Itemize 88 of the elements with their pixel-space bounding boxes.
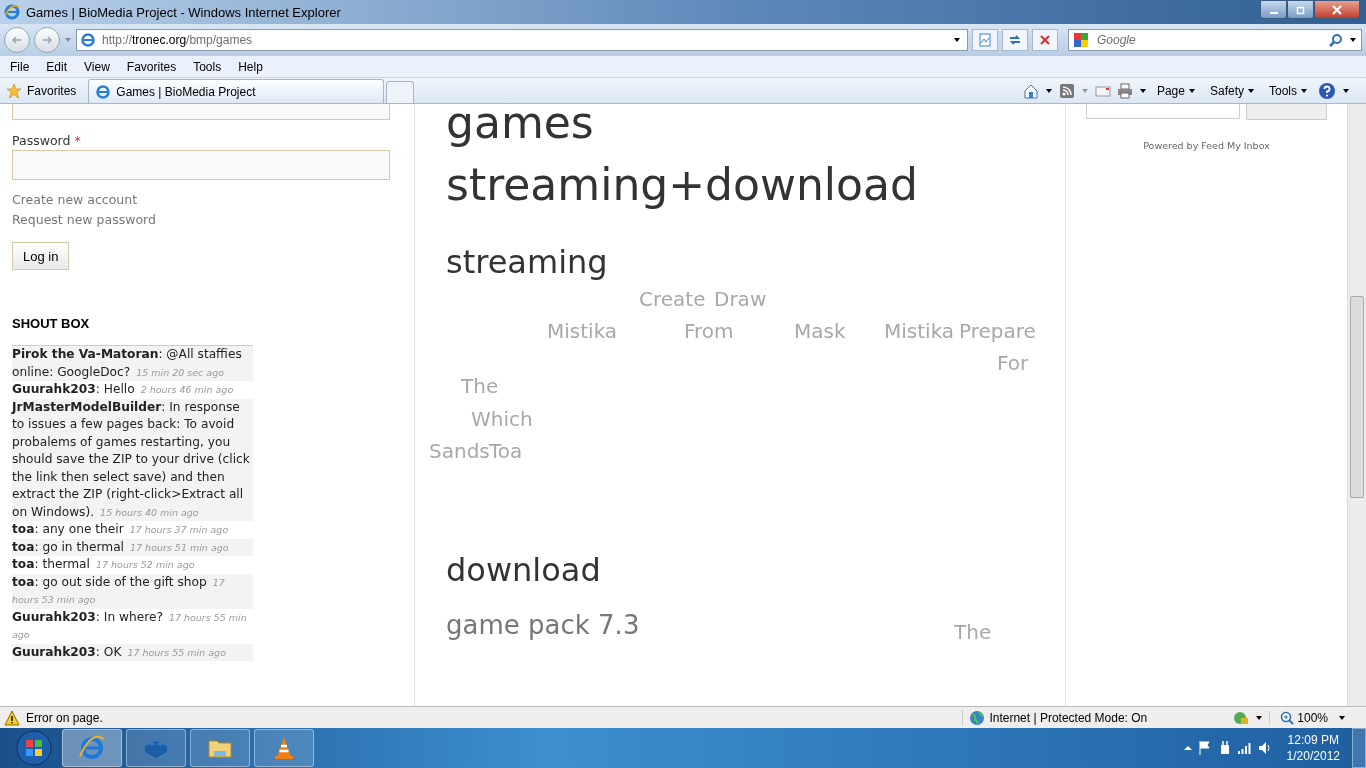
zone-indicator: Internet | Protected Mode: On — [962, 709, 1228, 726]
minimize-button[interactable] — [1260, 0, 1287, 19]
section-title: streaming+download — [446, 160, 919, 210]
shout-message: Pirok the Va-Matoran: @All staffies online: GoogleDoc? 15 min 20 sec ago — [12, 346, 253, 381]
signal-bars-icon[interactable] — [1236, 740, 1253, 756]
browser-tab[interactable]: Games | BioMedia Project — [88, 79, 385, 103]
minimize-icon — [1269, 11, 1278, 14]
dropdown-arrow-icon[interactable] — [1349, 36, 1357, 44]
browser-logo-icon — [4, 4, 20, 20]
back-arrow-icon — [11, 34, 23, 46]
warning-icon[interactable] — [4, 709, 20, 726]
address-field[interactable]: http://tronec.org/bmp/games — [76, 29, 968, 51]
shout-message: toa: go in thermal 17 hours 51 min ago — [12, 538, 253, 556]
shout-message: toa: thermal 17 hours 52 min ago — [12, 556, 196, 573]
account-link[interactable]: Create new account — [12, 192, 138, 208]
stop-button[interactable] — [1032, 29, 1058, 51]
dropdown-arrow-icon[interactable] — [1044, 86, 1053, 95]
security-icon[interactable] — [1233, 709, 1250, 726]
section-heading: streaming — [446, 242, 609, 282]
close-icon — [1332, 4, 1342, 15]
page-chart-icon — [978, 33, 992, 47]
dropdown-arrow-icon[interactable] — [1255, 713, 1264, 722]
command-menu[interactable]: Tools — [1265, 83, 1312, 98]
shout-message: JrMasterModelBuilder: In response to issues a few pages back: To avoid probalems of games restarting, you should save the ZIP to your drive (click the link then select save) and then extract the ZIP (right-click>Extract all on Windows). 15 hours 40 min ago — [12, 398, 253, 521]
required-mark: * — [74, 133, 81, 148]
close-button[interactable] — [1314, 0, 1360, 19]
maximize-icon — [1295, 4, 1306, 15]
star-icon — [6, 82, 22, 99]
username-field[interactable] — [12, 104, 390, 120]
help-icon[interactable] — [1318, 81, 1336, 100]
speaker-icon[interactable] — [1256, 740, 1273, 756]
pack-title: game pack 7.3 — [446, 610, 640, 640]
dropdown-arrow-icon — [1187, 86, 1196, 95]
menu-item[interactable]: Tools — [183, 59, 229, 74]
up-arrow-icon[interactable] — [1182, 743, 1193, 753]
dropdown-arrow-icon — [1247, 86, 1255, 95]
password-label: Password — [12, 133, 71, 148]
search-provider-icon — [1073, 32, 1089, 48]
maximize-button[interactable] — [1287, 0, 1314, 19]
text-field[interactable] — [1086, 104, 1240, 119]
home-icon[interactable] — [1022, 82, 1039, 99]
dropdown-arrow-icon[interactable] — [953, 36, 961, 44]
shout-message: toa: go out side of the gift shop 17 hours 53 min ago — [12, 573, 253, 609]
search-bar[interactable]: Google — [1068, 29, 1362, 51]
refresh-button[interactable] — [1002, 29, 1028, 51]
zoom-button[interactable]: 100% — [1269, 710, 1332, 725]
shout-message: toa: any one their 17 hours 37 min ago — [12, 521, 230, 538]
clock[interactable]: 12:09 PM 1/20/2012 — [1286, 732, 1340, 764]
menu-item[interactable]: Favorites — [116, 59, 184, 74]
scrollbar[interactable] — [1347, 104, 1366, 706]
favorites-button[interactable]: Favorites — [0, 82, 83, 99]
account-link[interactable]: Request new password — [12, 212, 156, 228]
flag-icon[interactable] — [1196, 740, 1213, 756]
shout-message: Guurahk203: OK 17 hours 55 min ago — [12, 643, 253, 661]
search-icon[interactable] — [1329, 33, 1343, 47]
section-heading: download — [446, 550, 602, 590]
stop-icon — [1038, 33, 1052, 47]
menu-item[interactable]: File — [0, 59, 37, 74]
status-message: Error on page. — [26, 710, 103, 725]
login-button[interactable]: Log in — [12, 242, 70, 270]
menu-item[interactable]: Help — [228, 59, 270, 74]
command-menu[interactable]: Page — [1152, 83, 1200, 98]
page-icon — [95, 83, 112, 100]
dropdown-arrow-icon[interactable] — [1338, 713, 1346, 722]
zoom-icon — [1280, 710, 1295, 725]
shoutbox-title: SHOUT BOX — [12, 316, 90, 331]
password-field[interactable] — [12, 150, 390, 180]
start-button-icon[interactable] — [16, 730, 52, 766]
menu-item[interactable]: Edit — [36, 59, 75, 74]
page-title: games — [446, 104, 595, 148]
forward-arrow-icon — [41, 34, 53, 46]
shout-message: Guurahk203: In where? 17 hours 55 min ago — [12, 608, 248, 642]
refresh-icon — [1008, 33, 1022, 47]
dropdown-arrow-icon — [1300, 86, 1308, 95]
powered-by-text: Powered by Feed My Inbox — [1143, 140, 1270, 151]
globe-icon — [969, 709, 986, 726]
page-icon — [80, 32, 96, 48]
taskbar-folder-button[interactable] — [190, 729, 250, 767]
window-title: Games | BioMedia Project - Windows Internet Explorer — [26, 4, 341, 20]
feed-icon[interactable] — [1058, 82, 1075, 99]
printer-icon[interactable] — [1116, 82, 1133, 99]
shout-message: Guurahk203: Hello 2 hours 46 min ago — [12, 381, 235, 398]
menu-item[interactable]: View — [74, 59, 117, 74]
browser-logo-icon — [78, 734, 106, 762]
taskbar-block-app-button[interactable] — [126, 729, 186, 767]
command-menu[interactable]: Safety — [1205, 83, 1259, 98]
dropdown-arrow-icon[interactable] — [1138, 86, 1147, 95]
dropdown-arrow-icon[interactable] — [1342, 86, 1350, 95]
